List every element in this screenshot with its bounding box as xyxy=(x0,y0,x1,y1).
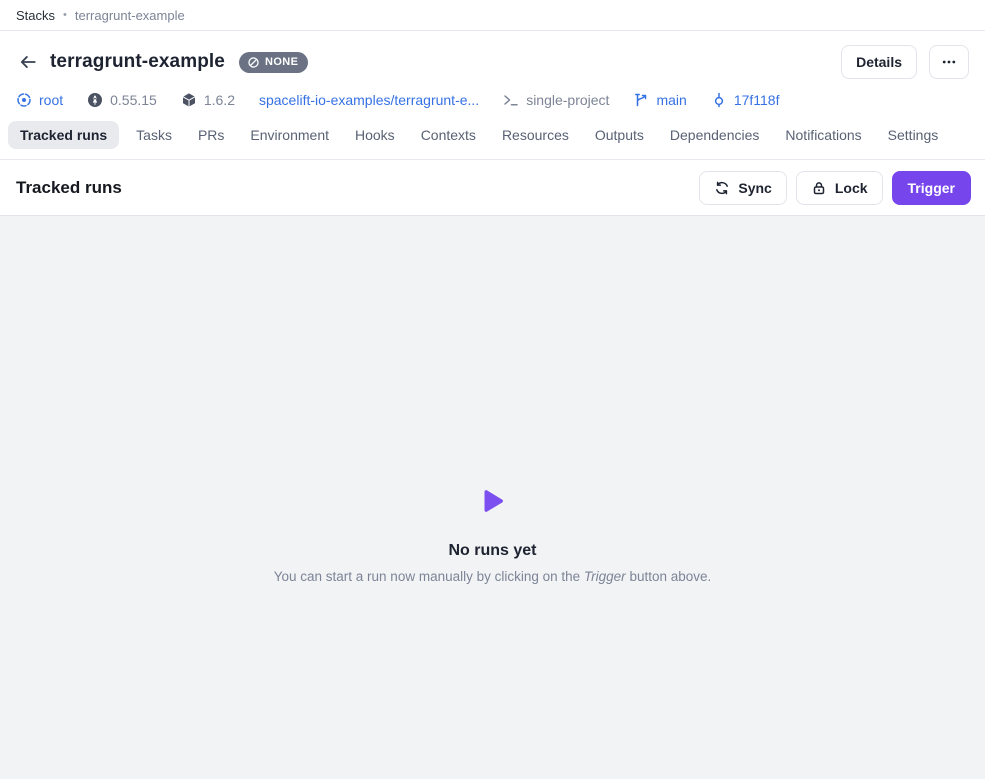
page-title: terragrunt-example xyxy=(50,51,225,73)
stack-meta-row: root 0.55.15 1.6.2 spacelift-io-examples… xyxy=(16,92,969,108)
git-commit-icon xyxy=(711,92,727,108)
stack-header: terragrunt-example NONE Details root 0.5… xyxy=(0,31,985,108)
breadcrumb: Stacks • terragrunt-example xyxy=(0,0,985,31)
rocket-icon xyxy=(87,92,103,108)
breadcrumb-stacks-link[interactable]: Stacks xyxy=(16,8,55,23)
section-title: Tracked runs xyxy=(16,178,122,198)
tab-contexts[interactable]: Contexts xyxy=(412,121,485,149)
header-actions: Details xyxy=(841,45,969,79)
project-type: single-project xyxy=(503,92,609,108)
tab-notifications[interactable]: Notifications xyxy=(776,121,870,149)
sync-button-label: Sync xyxy=(738,180,771,196)
ellipsis-icon xyxy=(941,54,957,70)
empty-desc-suffix: button above. xyxy=(626,569,712,584)
more-actions-button[interactable] xyxy=(929,45,969,79)
space-link[interactable]: root xyxy=(16,92,63,108)
sync-icon xyxy=(714,180,730,196)
tab-resources[interactable]: Resources xyxy=(493,121,578,149)
terminal-icon xyxy=(503,92,519,108)
tool-version: 1.6.2 xyxy=(181,92,235,108)
status-badge: NONE xyxy=(239,52,308,73)
arrow-left-icon xyxy=(19,53,37,71)
details-button[interactable]: Details xyxy=(841,45,917,79)
play-icon xyxy=(480,488,506,516)
no-entry-icon xyxy=(247,56,260,69)
branch-label: main xyxy=(656,92,686,108)
git-branch-icon xyxy=(633,92,649,108)
tracked-runs-content: No runs yet You can start a run now manu… xyxy=(0,216,985,779)
repository-label: spacelift-io-examples/terragrunt-e... xyxy=(259,92,479,108)
empty-desc-trigger: Trigger xyxy=(584,569,626,584)
space-label: root xyxy=(39,92,63,108)
breadcrumb-current: terragrunt-example xyxy=(75,8,185,23)
cube-icon xyxy=(181,92,197,108)
space-icon xyxy=(16,92,32,108)
tab-outputs[interactable]: Outputs xyxy=(586,121,653,149)
breadcrumb-separator: • xyxy=(63,9,67,21)
empty-state-description: You can start a run now manually by clic… xyxy=(0,569,985,584)
tab-tracked-runs[interactable]: Tracked runs xyxy=(8,121,119,149)
empty-state-title: No runs yet xyxy=(0,542,985,560)
tool-version-label: 1.6.2 xyxy=(204,92,235,108)
tab-tasks[interactable]: Tasks xyxy=(127,121,181,149)
runner-version-label: 0.55.15 xyxy=(110,92,157,108)
commit-link[interactable]: 17f118f xyxy=(711,92,780,108)
empty-desc-prefix: You can start a run now manually by clic… xyxy=(274,569,584,584)
tab-prs[interactable]: PRs xyxy=(189,121,233,149)
tab-dependencies[interactable]: Dependencies xyxy=(661,121,769,149)
trigger-button[interactable]: Trigger xyxy=(892,171,971,205)
sync-button[interactable]: Sync xyxy=(699,171,786,205)
tab-hooks[interactable]: Hooks xyxy=(346,121,404,149)
runner-version: 0.55.15 xyxy=(87,92,157,108)
status-badge-label: NONE xyxy=(265,56,298,68)
tab-settings[interactable]: Settings xyxy=(879,121,948,149)
back-button[interactable] xyxy=(16,50,40,74)
toolbar-actions: Sync Lock Trigger xyxy=(699,171,971,205)
lock-button[interactable]: Lock xyxy=(796,171,883,205)
lock-icon xyxy=(811,180,827,196)
empty-state: No runs yet You can start a run now manu… xyxy=(0,216,985,584)
stack-tab-bar: Tracked runs Tasks PRs Environment Hooks… xyxy=(0,108,985,160)
tab-environment[interactable]: Environment xyxy=(241,121,338,149)
commit-label: 17f118f xyxy=(734,92,780,108)
repository-link[interactable]: spacelift-io-examples/terragrunt-e... xyxy=(259,92,479,108)
lock-button-label: Lock xyxy=(835,180,868,196)
title-row: terragrunt-example NONE Details xyxy=(16,45,969,79)
project-type-label: single-project xyxy=(526,92,609,108)
tracked-runs-toolbar: Tracked runs Sync Lock Trigger xyxy=(0,160,985,216)
branch-link[interactable]: main xyxy=(633,92,686,108)
